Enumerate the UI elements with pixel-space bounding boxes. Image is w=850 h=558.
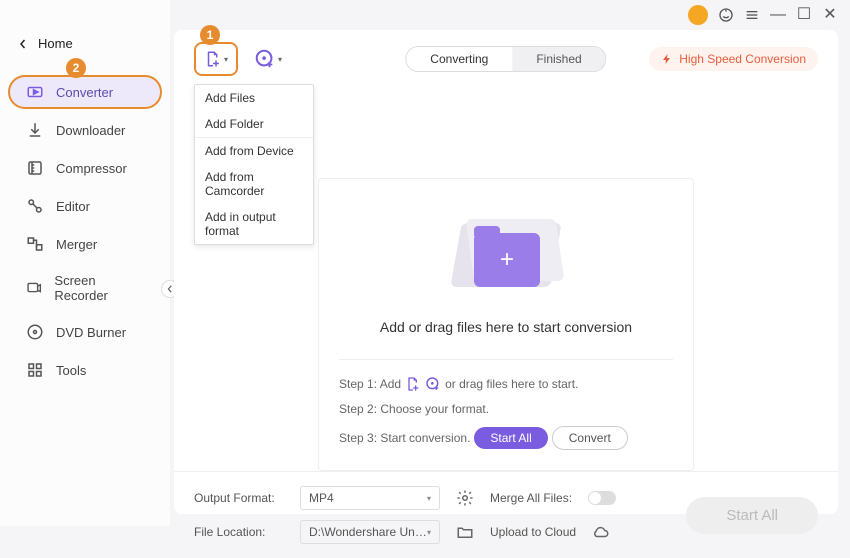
sidebar-item-merger[interactable]: Merger (8, 227, 162, 261)
output-format-label: Output Format: (194, 491, 284, 505)
sidebar-label: Downloader (56, 123, 125, 138)
sidebar-item-screen-recorder[interactable]: Screen Recorder (8, 265, 162, 311)
editor-icon (26, 197, 44, 215)
lightning-icon (661, 53, 673, 65)
convert-button[interactable]: Convert (552, 426, 628, 450)
sidebar-item-dvd-burner[interactable]: DVD Burner (8, 315, 162, 349)
titlebar: — ☐ ✕ (676, 0, 850, 30)
chevron-left-icon (166, 285, 174, 293)
sidebar-label: Merger (56, 237, 97, 252)
step-1: Step 1: Add or drag files here to start. (339, 376, 673, 392)
chevron-down-icon: ▾ (278, 55, 282, 64)
output-format-select[interactable]: MP4 ▾ (300, 486, 440, 510)
chevron-left-icon (18, 39, 28, 49)
sidebar-item-converter[interactable]: Converter (8, 75, 162, 109)
screen-recorder-icon (26, 279, 42, 297)
add-in-output-format-menuitem[interactable]: Add in output format (195, 204, 313, 244)
sidebar-item-compressor[interactable]: Compressor (8, 151, 162, 185)
sidebar-item-tools[interactable]: Tools (8, 353, 162, 387)
finished-tab[interactable]: Finished (512, 47, 605, 71)
file-location-value: D:\Wondershare UniConverter 1 (309, 525, 427, 539)
compressor-icon (26, 159, 44, 177)
add-file-icon (204, 50, 222, 68)
sidebar-label: Editor (56, 199, 90, 214)
close-button[interactable]: ✕ (822, 7, 838, 23)
step-3: Step 3: Start conversion. Start All Conv… (339, 426, 673, 450)
converter-icon (26, 83, 44, 101)
minimize-button[interactable]: — (770, 7, 786, 23)
add-from-device-menuitem[interactable]: Add from Device (195, 138, 313, 164)
sidebar-item-downloader[interactable]: Downloader (8, 113, 162, 147)
add-dvd-button[interactable]: ▾ (254, 48, 282, 70)
sidebar-label: Screen Recorder (54, 273, 144, 303)
high-speed-label: High Speed Conversion (679, 52, 806, 66)
downloader-icon (26, 121, 44, 139)
avatar[interactable] (688, 5, 708, 25)
support-icon[interactable] (718, 7, 734, 23)
plus-icon: + (500, 246, 514, 274)
add-from-camcorder-menuitem[interactable]: Add from Camcorder (195, 164, 313, 204)
merge-toggle[interactable] (588, 491, 616, 505)
callout-2: 2 (66, 58, 86, 78)
output-format-value: MP4 (309, 491, 334, 505)
merger-icon (26, 235, 44, 253)
add-folder-menuitem[interactable]: Add Folder (195, 111, 313, 137)
start-all-button[interactable]: Start All (474, 427, 547, 449)
footer: Output Format: MP4 ▾ Merge All Files: Fi… (174, 471, 838, 558)
sidebar-item-editor[interactable]: Editor (8, 189, 162, 223)
step-2: Step 2: Choose your format. (339, 402, 673, 416)
sidebar-label: DVD Burner (56, 325, 126, 340)
start-all-main-button[interactable]: Start All (686, 497, 818, 534)
chevron-down-icon: ▾ (427, 494, 431, 503)
file-location-select[interactable]: D:\Wondershare UniConverter 1 ▾ (300, 520, 440, 544)
dvd-burner-icon (26, 323, 44, 341)
add-dropdown: Add Files Add Folder Add from Device Add… (194, 84, 314, 245)
drop-label: Add or drag files here to start conversi… (380, 319, 632, 335)
hamburger-icon[interactable] (744, 7, 760, 23)
merge-label: Merge All Files: (490, 491, 572, 505)
drop-area[interactable]: + Add or drag files here to start conver… (318, 178, 694, 471)
home-link[interactable]: Home (0, 30, 170, 57)
tools-icon (26, 361, 44, 379)
toolbar: ▾ Add Files Add Folder Add from Device A… (174, 30, 838, 88)
sidebar-label: Tools (56, 363, 86, 378)
upload-label: Upload to Cloud (490, 525, 576, 539)
chevron-down-icon: ▾ (224, 55, 228, 64)
file-location-label: File Location: (194, 525, 284, 539)
home-label: Home (38, 36, 73, 51)
maximize-button[interactable]: ☐ (796, 7, 812, 23)
converting-tab[interactable]: Converting (406, 47, 512, 71)
folder-graphic: + (446, 209, 566, 299)
add-files-menuitem[interactable]: Add Files (195, 85, 313, 111)
add-file-button[interactable]: ▾ (194, 42, 238, 76)
add-dvd-icon (254, 48, 276, 70)
sidebar-label: Converter (56, 85, 113, 100)
callout-1: 1 (200, 25, 220, 45)
high-speed-badge[interactable]: High Speed Conversion (649, 47, 818, 71)
chevron-down-icon: ▾ (427, 528, 431, 537)
status-segment: Converting Finished (405, 46, 606, 72)
main-panel: ▾ Add Files Add Folder Add from Device A… (174, 30, 838, 514)
add-file-icon (405, 376, 421, 392)
add-dvd-icon (425, 376, 441, 392)
settings-icon[interactable] (456, 489, 474, 507)
sidebar: Home Converter Downloader Compressor Edi… (0, 0, 170, 526)
sidebar-label: Compressor (56, 161, 127, 176)
